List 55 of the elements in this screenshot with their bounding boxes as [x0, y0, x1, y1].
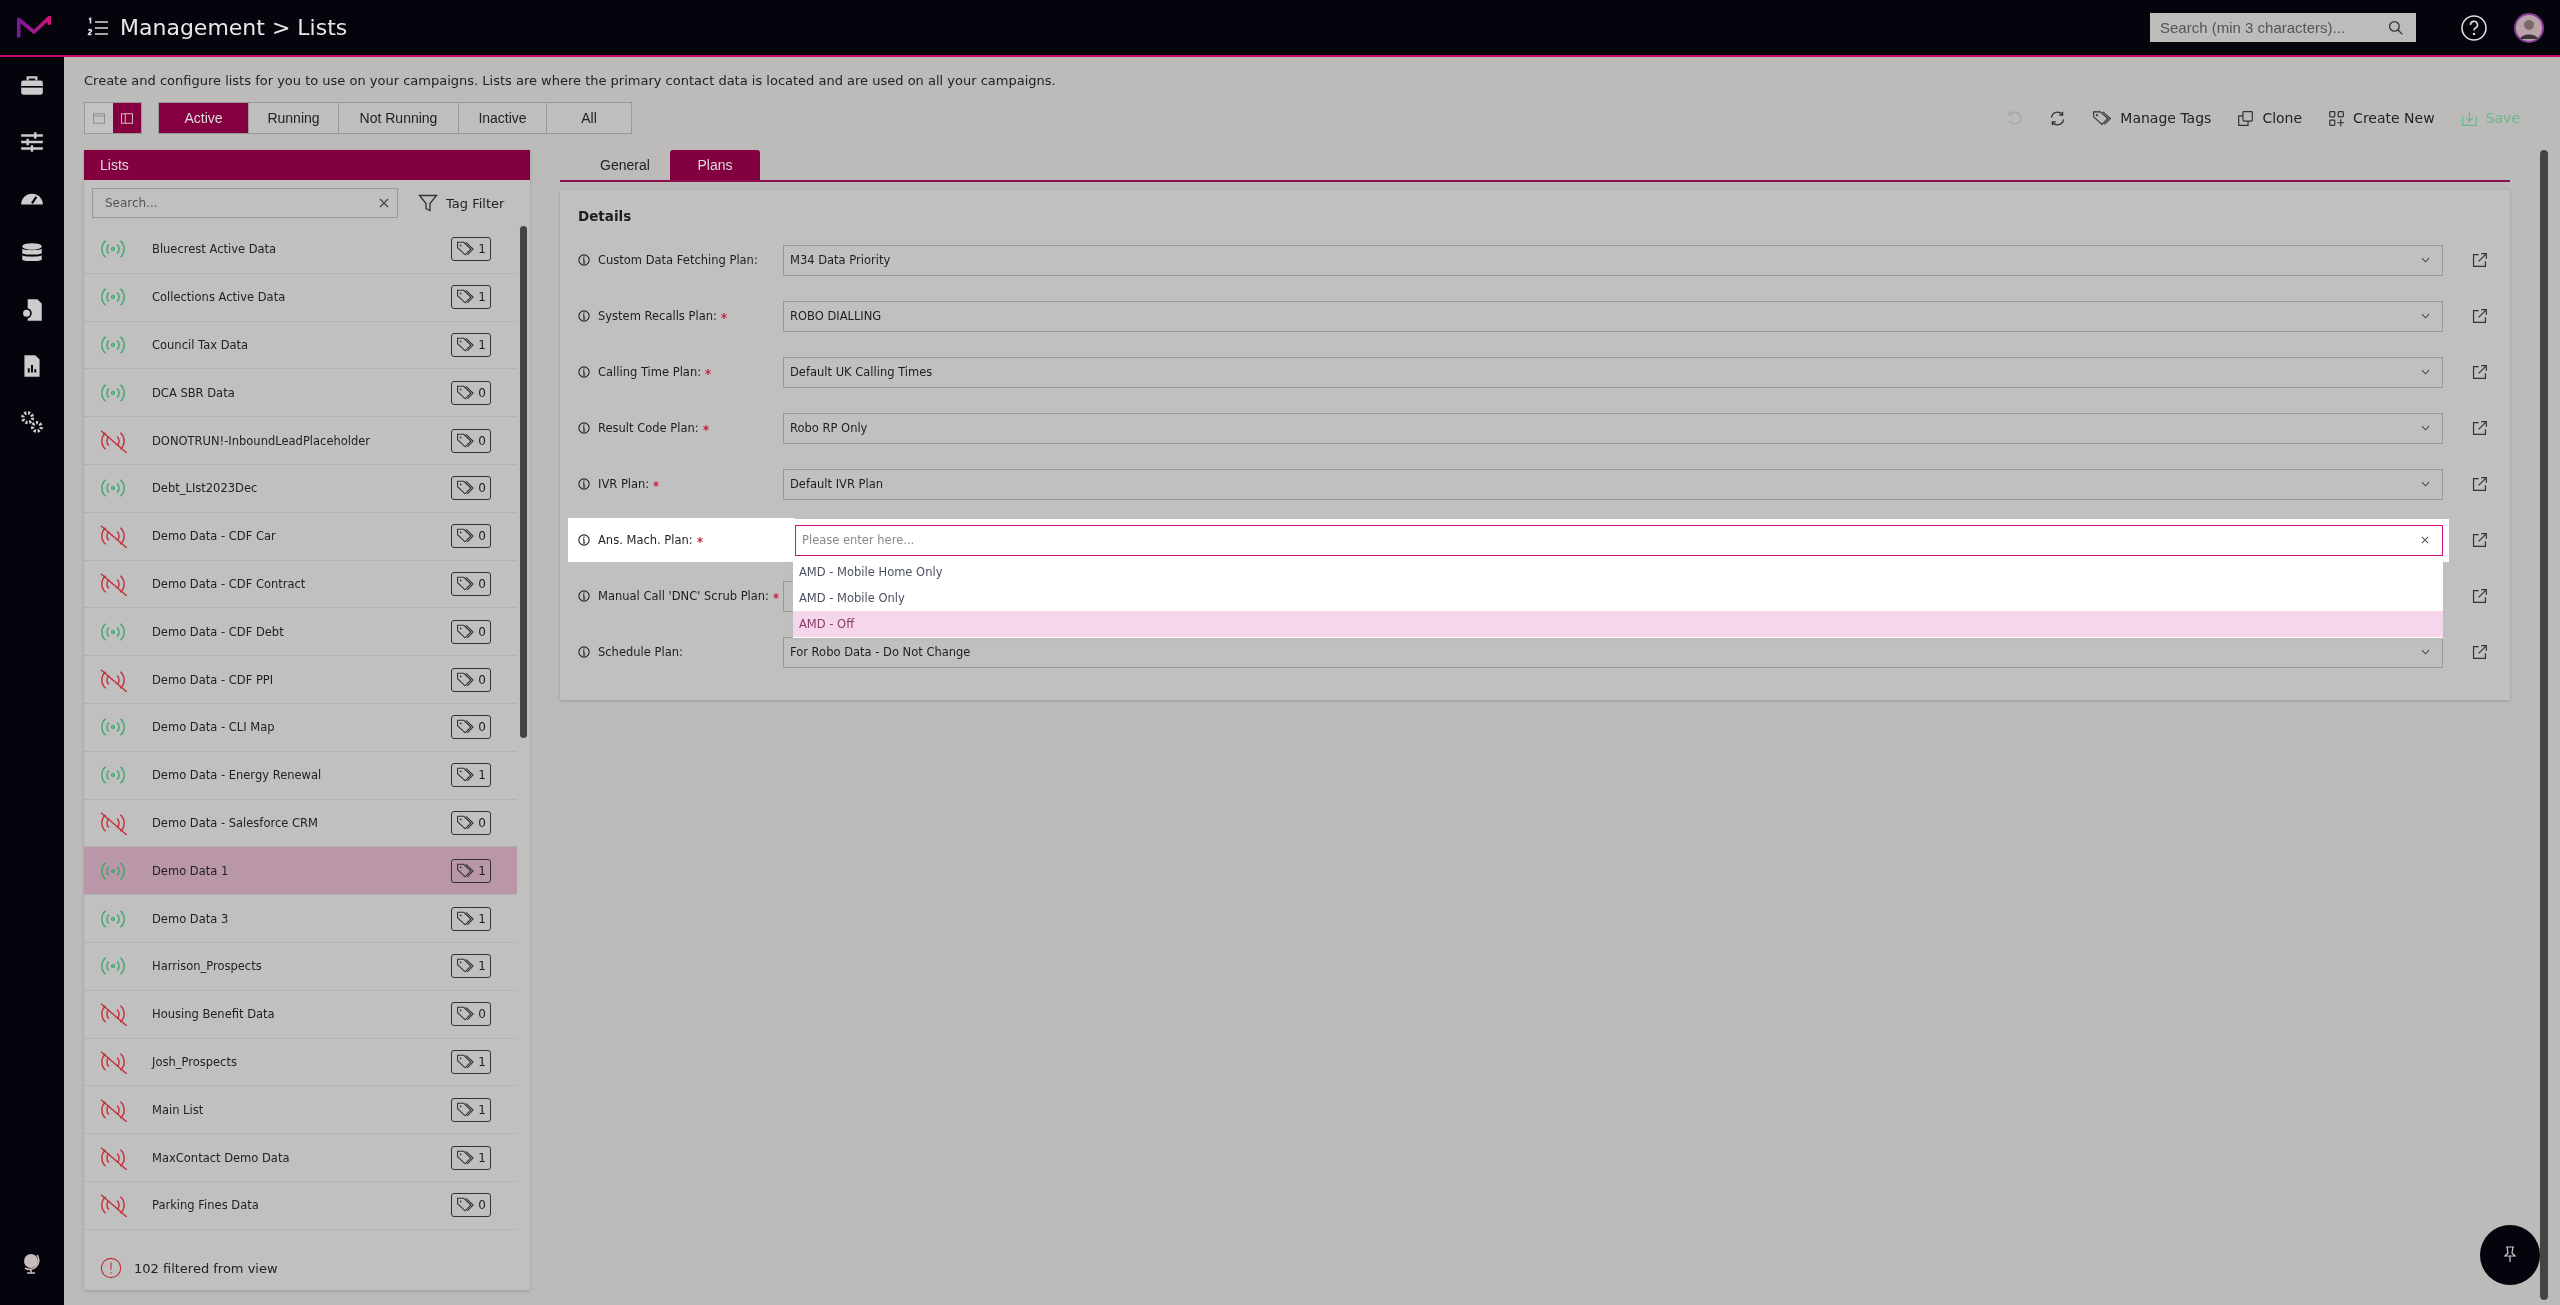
field-label: Manual Call 'DNC' Scrub Plan:: [598, 589, 769, 603]
tag-count-badge: 0: [451, 667, 491, 692]
page-title: Management > Lists: [120, 15, 348, 40]
field-label: Custom Data Fetching Plan:: [598, 253, 758, 267]
list-name: Josh_Prospects: [152, 1054, 238, 1069]
list-name: Housing Benefit Data: [152, 1007, 276, 1022]
tag-count-badge: 0: [451, 524, 491, 549]
field-label: Ans. Mach. Plan:: [598, 533, 693, 547]
tag-count-badge: 0: [451, 1193, 491, 1218]
list-name: Demo Data 3: [152, 911, 230, 926]
tag-count-badge: 0: [451, 476, 491, 501]
list-name: MaxContact Demo Data: [152, 1150, 291, 1165]
tag-count-badge: 1: [451, 763, 491, 788]
list-name: Main List: [152, 1102, 205, 1117]
tag-count-badge: 0: [451, 571, 491, 596]
list-name: Bluecrest Active Data: [152, 242, 278, 257]
filtered-count: 102 filtered from view: [134, 1260, 278, 1276]
list-name: Demo Data - CDF Car: [152, 529, 277, 544]
list-name: Collections Active Data: [152, 290, 287, 305]
tag-count-badge: 0: [451, 715, 491, 740]
tag-count-badge: 1: [451, 1097, 491, 1122]
tag-count-badge: 1: [451, 906, 491, 931]
list-name: Demo Data - CDF PPI: [152, 672, 275, 687]
tag-count-badge: 1: [451, 1145, 491, 1170]
list-name: Demo Data - CDF Debt: [152, 624, 285, 639]
tag-count-badge: 1: [451, 1049, 491, 1074]
tag-count-badge: 0: [451, 810, 491, 835]
list-name: DONOTRUN!-InboundLeadPlaceholder: [152, 433, 372, 448]
list-name: DCA SBR Data: [152, 385, 236, 400]
field-label: Result Code Plan:: [598, 421, 699, 435]
tag-count-badge: 0: [451, 428, 491, 453]
page-description: Create and configure lists for you to use on your campaigns. Lists are where the primary contact data is located and are used on all your campaigns.: [84, 73, 1057, 88]
tag-count-badge: 1: [451, 237, 491, 262]
list-name: Parking Fines Data: [152, 1198, 260, 1213]
field-label: System Recalls Plan:: [598, 309, 717, 323]
panel-title: Lists: [100, 157, 129, 173]
list-name: Harrison_Prospects: [152, 959, 263, 974]
tag-count-badge: 0: [451, 619, 491, 644]
tag-count-badge: 0: [451, 1002, 491, 1027]
field-label: IVR Plan:: [598, 477, 650, 491]
tag-count-badge: 0: [451, 380, 491, 405]
tag-count-badge: 1: [451, 285, 491, 310]
field-label: Schedule Plan:: [598, 645, 683, 659]
section-title: Details: [578, 208, 633, 224]
list-name: Demo Data - CDF Contract: [152, 576, 307, 591]
list-name: Demo Data - Salesforce CRM: [152, 815, 319, 830]
tag-count-badge: 1: [451, 333, 491, 357]
list-name: Council Tax Data: [152, 338, 250, 352]
list-name: Demo Data - CLI Map: [152, 720, 276, 735]
list-name: Demo Data - Energy Renewal: [152, 768, 323, 783]
tag-count-badge: 1: [451, 954, 491, 979]
tag-count-badge: 1: [451, 858, 491, 883]
list-name: Demo Data 1: [152, 863, 230, 878]
list-name: Debt_LIst2023Dec: [152, 481, 259, 496]
field-label: Calling Time Plan:: [598, 365, 702, 379]
